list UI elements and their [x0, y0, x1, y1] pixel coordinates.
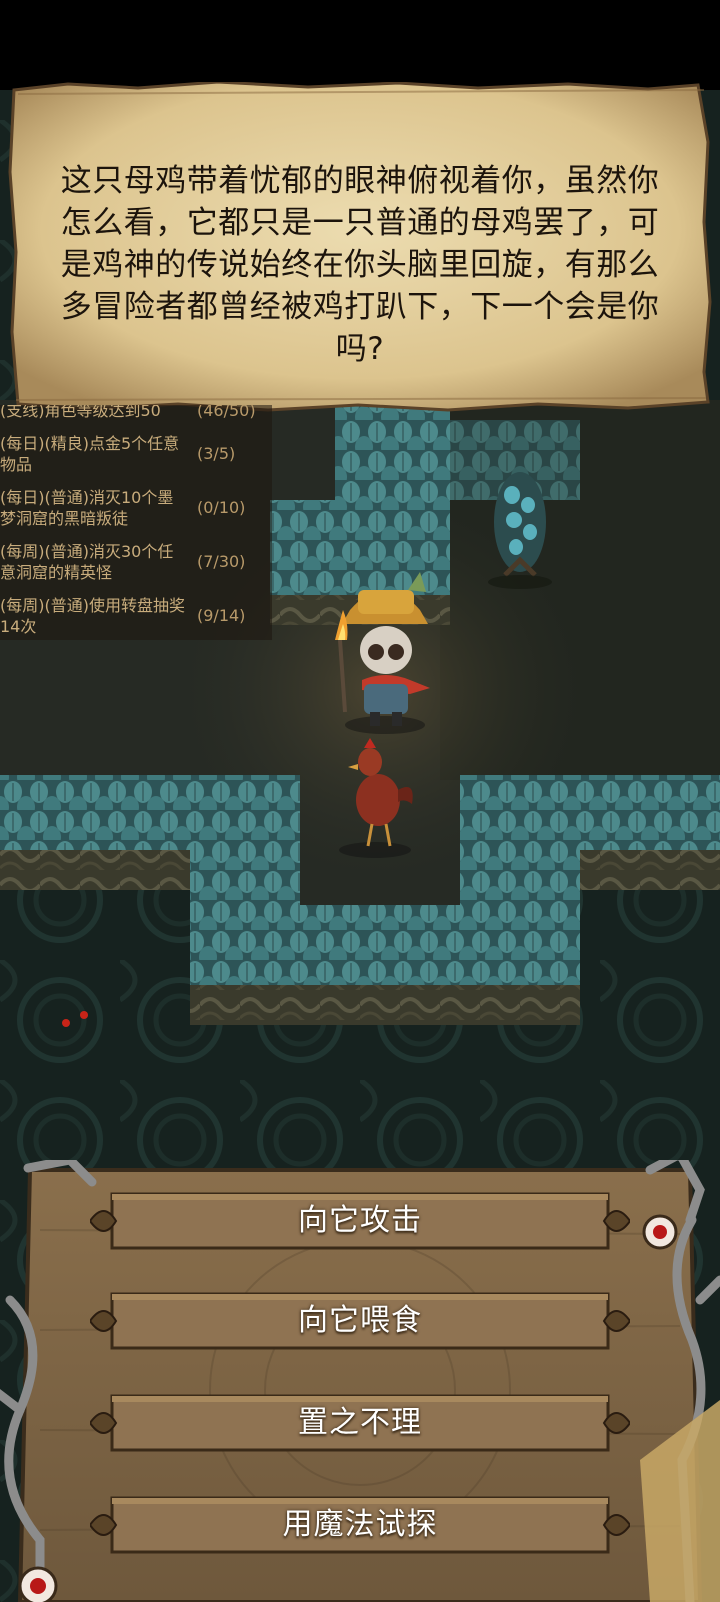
quest-progress: (7/30): [197, 552, 246, 571]
game-scene: 这只母鸡带着忧郁的眼神俯视着你，虽然你怎么看，它都只是一只普通的母鸡罢了，可是鸡…: [0, 0, 720, 1602]
magic-probe-button[interactable]: 用魔法试探: [90, 1492, 630, 1558]
ignore-button[interactable]: 置之不理: [90, 1390, 630, 1456]
choice-panel: 向它攻击 向它喂食 置之不理 用魔法试探: [0, 1160, 720, 1602]
quest-progress: (9/14): [197, 606, 246, 625]
quest-tracker[interactable]: (支线)角色等级达到50 (46/50) (每日)(精良)点金5个任意物品 (3…: [0, 405, 272, 640]
quest-name: (每周)(普通)使用转盘抽奖14次: [0, 596, 185, 636]
story-text: 这只母鸡带着忧郁的眼神俯视着你，虽然你怎么看，它都只是一只普通的母鸡罢了，可是鸡…: [60, 163, 660, 367]
quest-name: (支线)角色等级达到50: [0, 405, 161, 420]
quest-name: (每日)(精良)点金5个任意物品: [0, 434, 180, 474]
quest-progress: (46/50): [197, 405, 256, 420]
story-parchment: 这只母鸡带着忧郁的眼神俯视着你，虽然你怎么看，它都只是一只普通的母鸡罢了，可是鸡…: [8, 82, 712, 412]
choice-label: 向它喂食: [298, 1303, 422, 1338]
quest-name: (每日)(普通)消灭10个墨梦洞窟的黑暗叛徒: [0, 488, 174, 528]
choice-label: 用魔法试探: [282, 1507, 438, 1542]
attack-button[interactable]: 向它攻击: [90, 1188, 630, 1254]
feed-button[interactable]: 向它喂食: [90, 1288, 630, 1354]
lurking-eyes: [62, 1019, 70, 1027]
quest-progress: (0/10): [197, 498, 246, 517]
choice-label: 向它攻击: [298, 1203, 422, 1238]
quest-progress: (3/5): [197, 444, 236, 463]
quest-name: (每周)(普通)消灭30个任意洞窟的精英怪: [0, 542, 174, 582]
choice-label: 置之不理: [298, 1405, 422, 1440]
